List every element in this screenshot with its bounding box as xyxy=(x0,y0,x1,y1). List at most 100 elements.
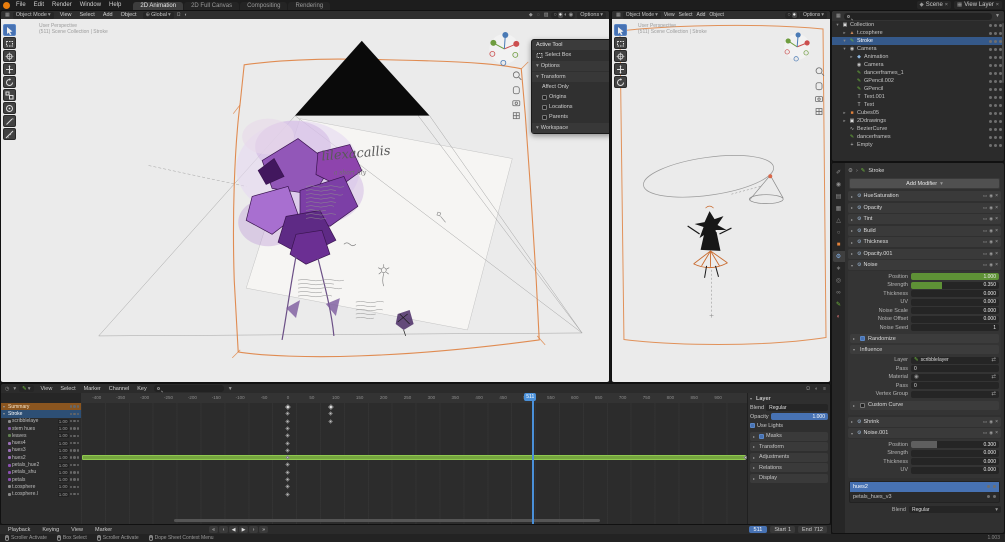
hide-viewport-icon[interactable] xyxy=(989,135,992,139)
transport-button[interactable]: ‹ xyxy=(219,526,229,533)
properties-tab[interactable]: ✐ xyxy=(833,167,845,178)
outliner-row[interactable]: ✎ GPencil.002 xyxy=(832,77,1004,85)
lock-icon[interactable] xyxy=(76,471,79,474)
render-toggle-icon[interactable]: ◉ xyxy=(989,430,993,436)
add-modifier-button[interactable]: Add Modifier ▾ xyxy=(849,178,1000,189)
snap-icon[interactable]: Ω xyxy=(805,386,811,392)
render-toggle-icon[interactable]: ◉ xyxy=(989,216,993,222)
hide-viewport-icon[interactable] xyxy=(989,79,992,83)
invert-icon[interactable]: ⇄ xyxy=(991,357,996,363)
editmode-toggle-icon[interactable]: ▭ xyxy=(983,193,987,199)
frame-start-field[interactable]: Start 1 xyxy=(770,526,796,533)
outliner-row[interactable]: ✎ dancerframes xyxy=(832,133,1004,141)
channel-row[interactable]: hues4 1.00 xyxy=(1,439,81,446)
cursor-tool-button[interactable] xyxy=(3,50,16,62)
hide-viewport-icon[interactable] xyxy=(989,23,992,27)
lock-icon[interactable] xyxy=(76,449,79,452)
playback-menu-item[interactable]: Playback xyxy=(4,527,34,533)
keyframe-diamond[interactable] xyxy=(285,484,290,490)
keyframe-diamond[interactable] xyxy=(285,448,290,453)
dope-menu-item[interactable]: Select xyxy=(56,386,79,392)
disable-render-icon[interactable] xyxy=(999,127,1002,131)
channel-value-field[interactable]: 1.00 xyxy=(57,447,69,453)
modifier-header[interactable]: ▸ ⚙ Tint ▭ ◉ × xyxy=(848,214,1001,224)
editmode-toggle-icon[interactable]: ▭ xyxy=(983,262,987,268)
layer-select[interactable]: ✎ scribblelayer ⇄ xyxy=(911,356,999,364)
transport-button[interactable]: ▶ xyxy=(239,526,249,533)
select-box-tool-button[interactable] xyxy=(614,37,627,49)
editor-type-caret[interactable]: ▾ xyxy=(13,386,16,392)
disable-viewport-icon[interactable] xyxy=(994,135,997,139)
properties-tab[interactable]: ◉ xyxy=(833,179,845,190)
dope-search-input[interactable] xyxy=(153,385,224,392)
modifier-header[interactable]: ▸ ⚙ Thickness ▭ ◉ × xyxy=(848,237,1001,247)
custom-curve-checkbox[interactable] xyxy=(860,402,865,408)
editmode-toggle-icon[interactable]: ▭ xyxy=(983,239,987,245)
mode-select[interactable]: Object Mode ▾ xyxy=(622,11,661,19)
shading-solid-icon[interactable]: ● xyxy=(791,12,797,18)
channel-row[interactable]: leaves 1.00 xyxy=(1,432,81,439)
pan-hand-icon[interactable] xyxy=(512,86,520,95)
cursor-tool-button[interactable] xyxy=(614,50,627,62)
invert-icon[interactable]: ⇄ xyxy=(991,374,996,380)
properties-tab[interactable]: ∗ xyxy=(833,263,845,274)
editmode-toggle-icon[interactable]: ▭ xyxy=(983,419,987,425)
render-toggle-icon[interactable]: ◉ xyxy=(989,239,993,245)
dope-menu-item[interactable]: Channel xyxy=(105,386,134,392)
active-tool-panel-header[interactable]: Active Tool xyxy=(532,40,609,50)
rotate-tool-button[interactable] xyxy=(614,76,627,88)
lock-icon[interactable] xyxy=(993,495,996,498)
collapsed-section-header[interactable]: ▸ Relations xyxy=(750,463,828,472)
transform-tool-button[interactable] xyxy=(3,102,16,114)
disable-viewport-icon[interactable] xyxy=(994,95,997,99)
property-slider[interactable]: 0.000 xyxy=(911,466,999,474)
outliner-row[interactable]: ▸ ■ Cubes05 xyxy=(832,109,1004,117)
onion-icon[interactable] xyxy=(73,419,76,423)
menu-item[interactable]: Render xyxy=(48,2,76,8)
remove-modifier-icon[interactable]: × xyxy=(995,228,998,234)
camera-view-icon[interactable] xyxy=(815,96,823,103)
hide-viewport-icon[interactable] xyxy=(989,39,992,43)
render-toggle-icon[interactable]: ◉ xyxy=(989,193,993,199)
disable-render-icon[interactable] xyxy=(999,135,1002,139)
snap-magnet-icon[interactable]: Ω xyxy=(176,12,182,18)
mute-icon[interactable] xyxy=(69,441,72,445)
remove-modifier-icon[interactable]: × xyxy=(995,239,998,245)
affect-only-checkbox-row[interactable]: Origins xyxy=(532,92,609,102)
disable-viewport-icon[interactable] xyxy=(994,39,997,43)
editmode-toggle-icon[interactable]: ▭ xyxy=(983,430,987,436)
collapsed-section-header[interactable]: ▸ Transform xyxy=(750,442,828,451)
properties-tab[interactable]: △ xyxy=(833,215,845,226)
proportional-edit-icon[interactable]: ◐ xyxy=(184,12,189,18)
options-section-header[interactable]: ▾ Options xyxy=(532,61,609,71)
use-lights-row[interactable]: Use Lights xyxy=(750,421,828,430)
viewport-menu-item[interactable]: Object xyxy=(117,12,141,18)
keyframe-diamond[interactable] xyxy=(285,477,290,482)
properties-tab[interactable]: ◐ xyxy=(833,311,845,322)
property-slider[interactable]: 0.350 xyxy=(911,281,999,289)
mute-icon[interactable] xyxy=(69,471,72,474)
keyframe-area[interactable] xyxy=(81,403,747,524)
transform-section-header[interactable]: ▾ Transform xyxy=(532,72,609,82)
viewport-left-canvas[interactable]: lilexacallis a short lily User Perspecti… xyxy=(1,19,609,382)
disable-viewport-icon[interactable] xyxy=(994,127,997,131)
dope-menu-item[interactable]: Key xyxy=(133,386,150,392)
viewport-menu-item[interactable]: Select xyxy=(677,12,695,18)
property-slider[interactable]: 0.000 xyxy=(911,290,999,298)
hide-viewport-icon[interactable] xyxy=(989,127,992,131)
properties-tab[interactable]: ⚙ xyxy=(832,251,845,262)
lock-icon[interactable] xyxy=(76,427,79,430)
view-layer-unlink-icon[interactable]: × xyxy=(996,2,999,8)
xray-toggle-icon[interactable]: ▨ xyxy=(543,12,550,18)
onion-icon[interactable] xyxy=(73,463,76,467)
property-slider[interactable]: 0.300 xyxy=(911,441,999,449)
affect-only-checkbox-row[interactable]: Locations xyxy=(532,102,609,112)
hide-viewport-icon[interactable] xyxy=(989,111,992,115)
properties-tab[interactable]: ✎ xyxy=(833,299,845,310)
mute-icon[interactable] xyxy=(69,463,72,467)
zoom-icon[interactable] xyxy=(512,71,522,81)
expand-caret-icon[interactable]: ▾ xyxy=(842,38,847,44)
keyframe-diamond[interactable] xyxy=(285,462,290,468)
channel-value-field[interactable]: 1.00 xyxy=(57,433,69,439)
expand-caret-icon[interactable]: ▸ xyxy=(842,110,847,116)
